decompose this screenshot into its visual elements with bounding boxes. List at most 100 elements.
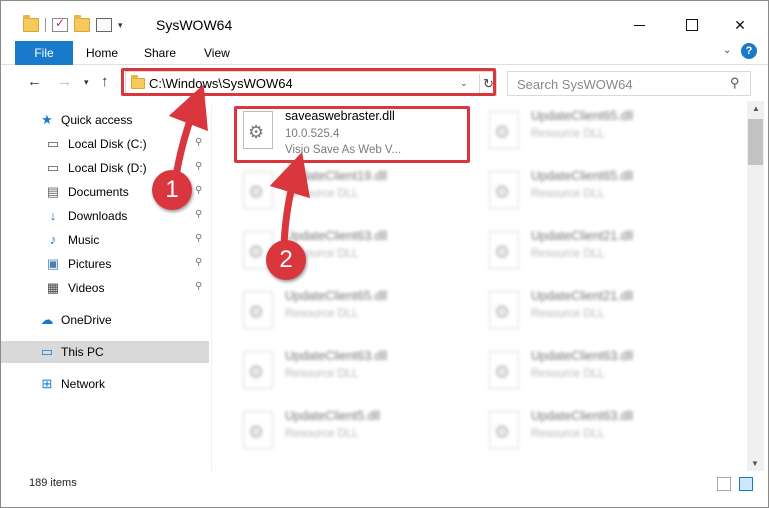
file-description: Resource DLL: [531, 248, 605, 260]
file-item[interactable]: UpdateClient21.dll Resource DLL: [481, 221, 721, 281]
maximize-button[interactable]: [669, 11, 715, 39]
file-name: UpdateClient5.dll: [285, 409, 381, 423]
sidebar-item-label: Downloads: [68, 209, 128, 223]
sidebar-item-label: Pictures: [68, 257, 112, 271]
sidebar-item-onedrive[interactable]: ☁ OneDrive: [1, 309, 209, 331]
quick-access-toolbar: ▾: [23, 15, 123, 35]
drive-icon: ▭: [46, 160, 60, 175]
address-bar-highlight: [121, 68, 496, 96]
tab-file[interactable]: File: [15, 41, 73, 65]
dll-file-icon: [489, 291, 519, 329]
file-highlight: [234, 106, 470, 163]
up-button[interactable]: ↑: [101, 73, 109, 90]
documents-icon: ▤: [46, 184, 60, 199]
pin-icon[interactable]: ⚲: [195, 161, 202, 172]
dll-file-icon: [243, 411, 273, 449]
properties-icon[interactable]: [96, 18, 112, 32]
file-item[interactable]: UpdateClient63.dll Resource DLL: [481, 401, 721, 461]
music-icon: ♪: [49, 232, 57, 247]
pin-icon[interactable]: ⚲: [195, 209, 202, 220]
cloud-icon: ☁: [40, 312, 54, 327]
scrollbar-thumb[interactable]: [748, 119, 763, 165]
close-button[interactable]: ✕: [717, 11, 763, 39]
folder-icon[interactable]: [23, 15, 39, 32]
tab-view[interactable]: View: [204, 41, 230, 65]
sidebar-item-quick-access[interactable]: ★ Quick access: [1, 109, 209, 131]
file-name: UpdateClient65.dll: [531, 109, 634, 123]
step-1-badge: 1: [152, 170, 192, 210]
scroll-up-icon[interactable]: ▲: [752, 104, 760, 113]
file-description: Resource DLL: [285, 308, 359, 320]
navigation-pane: ★ Quick access ▭ Local Disk (C:) ⚲ ▭ Loc…: [1, 105, 211, 471]
sidebar-item-label: Network: [61, 377, 106, 391]
file-name: UpdateClient19.dll: [285, 169, 388, 183]
sidebar-item-label: This PC: [61, 345, 104, 359]
vertical-scrollbar[interactable]: ▲ ▼: [747, 101, 764, 471]
sidebar-item-local-disk-c[interactable]: ▭ Local Disk (C:) ⚲: [1, 133, 209, 155]
expand-ribbon-chevron-icon[interactable]: ⌄: [723, 45, 731, 56]
file-item[interactable]: UpdateClient5.dll Resource DLL: [235, 401, 475, 461]
computer-icon: ▭: [40, 344, 54, 359]
downloads-icon: ↓: [49, 208, 57, 223]
tab-home[interactable]: Home: [86, 41, 118, 65]
dll-file-icon: [489, 411, 519, 449]
sidebar-item-label: Music: [68, 233, 100, 247]
pane-divider[interactable]: [211, 105, 212, 471]
file-name: UpdateClient65.dll: [531, 169, 634, 183]
file-item[interactable]: UpdateClient65.dll Resource DLL: [235, 281, 475, 341]
forward-button[interactable]: →: [57, 73, 72, 90]
new-folder-icon[interactable]: [74, 15, 90, 32]
file-description: Resource DLL: [531, 128, 605, 140]
pin-icon[interactable]: ⚲: [195, 257, 202, 268]
status-bar: 189 items: [1, 473, 768, 495]
title-bar: ▾ SysWOW64 ✕: [1, 1, 768, 33]
file-item[interactable]: UpdateClient19.dll Resource DLL: [235, 161, 475, 221]
search-placeholder[interactable]: Search SysWOW64: [517, 77, 633, 92]
sidebar-item-label: Local Disk (C:): [68, 137, 147, 151]
sidebar-item-pictures[interactable]: ▣ Pictures ⚲: [1, 253, 209, 275]
scroll-down-icon[interactable]: ▼: [751, 459, 759, 468]
sidebar-item-label: OneDrive: [61, 313, 112, 327]
search-icon[interactable]: ⚲: [730, 75, 740, 91]
network-icon: ⊞: [41, 376, 53, 391]
tab-share[interactable]: Share: [144, 41, 176, 65]
minimize-button[interactable]: [617, 11, 663, 39]
file-description: Resource DLL: [285, 368, 359, 380]
properties-check-icon[interactable]: [52, 16, 68, 32]
sidebar-item-label: Local Disk (D:): [68, 161, 147, 175]
sidebar-item-network[interactable]: ⊞ Network: [1, 373, 209, 395]
sidebar-item-label: Documents: [68, 185, 129, 199]
dll-file-icon: [243, 171, 273, 209]
dll-file-icon: [489, 171, 519, 209]
file-description: Resource DLL: [531, 428, 605, 440]
pin-icon[interactable]: ⚲: [195, 137, 202, 148]
pictures-icon: ▣: [46, 256, 60, 271]
dll-file-icon: [243, 351, 273, 389]
sidebar-item-label: Quick access: [61, 113, 133, 127]
sidebar-item-music[interactable]: ♪ Music ⚲: [1, 229, 209, 251]
sidebar-item-this-pc[interactable]: ▭ This PC: [1, 341, 209, 363]
file-item[interactable]: UpdateClient63.dll Resource DLL: [235, 341, 475, 401]
pin-icon[interactable]: ⚲: [195, 185, 202, 196]
file-item[interactable]: UpdateClient65.dll Resource DLL: [481, 161, 721, 221]
back-button[interactable]: ←: [27, 73, 42, 90]
file-name: UpdateClient63.dll: [531, 409, 634, 423]
file-name: UpdateClient21.dll: [531, 289, 634, 303]
file-name: UpdateClient63.dll: [531, 349, 634, 363]
file-description: Resource DLL: [531, 188, 605, 200]
details-view-icon[interactable]: [717, 477, 731, 491]
tiles-view-icon[interactable]: [739, 477, 753, 491]
dll-file-icon: [489, 111, 519, 149]
pin-icon[interactable]: ⚲: [195, 281, 202, 292]
sidebar-item-videos[interactable]: ▦ Videos ⚲: [1, 277, 209, 299]
drive-icon: ▭: [46, 136, 60, 151]
recent-locations-chevron-icon[interactable]: ▾: [84, 77, 89, 88]
search-box[interactable]: Search SysWOW64 ⚲: [507, 71, 751, 96]
file-item[interactable]: UpdateClient63.dll Resource DLL: [481, 341, 721, 401]
file-item[interactable]: UpdateClient21.dll Resource DLL: [481, 281, 721, 341]
pin-icon[interactable]: ⚲: [195, 233, 202, 244]
dll-file-icon: [489, 231, 519, 269]
help-icon[interactable]: ?: [741, 43, 757, 59]
file-item[interactable]: UpdateClient65.dll Resource DLL: [481, 101, 721, 161]
customize-toolbar-chevron-icon[interactable]: ▾: [118, 20, 123, 31]
